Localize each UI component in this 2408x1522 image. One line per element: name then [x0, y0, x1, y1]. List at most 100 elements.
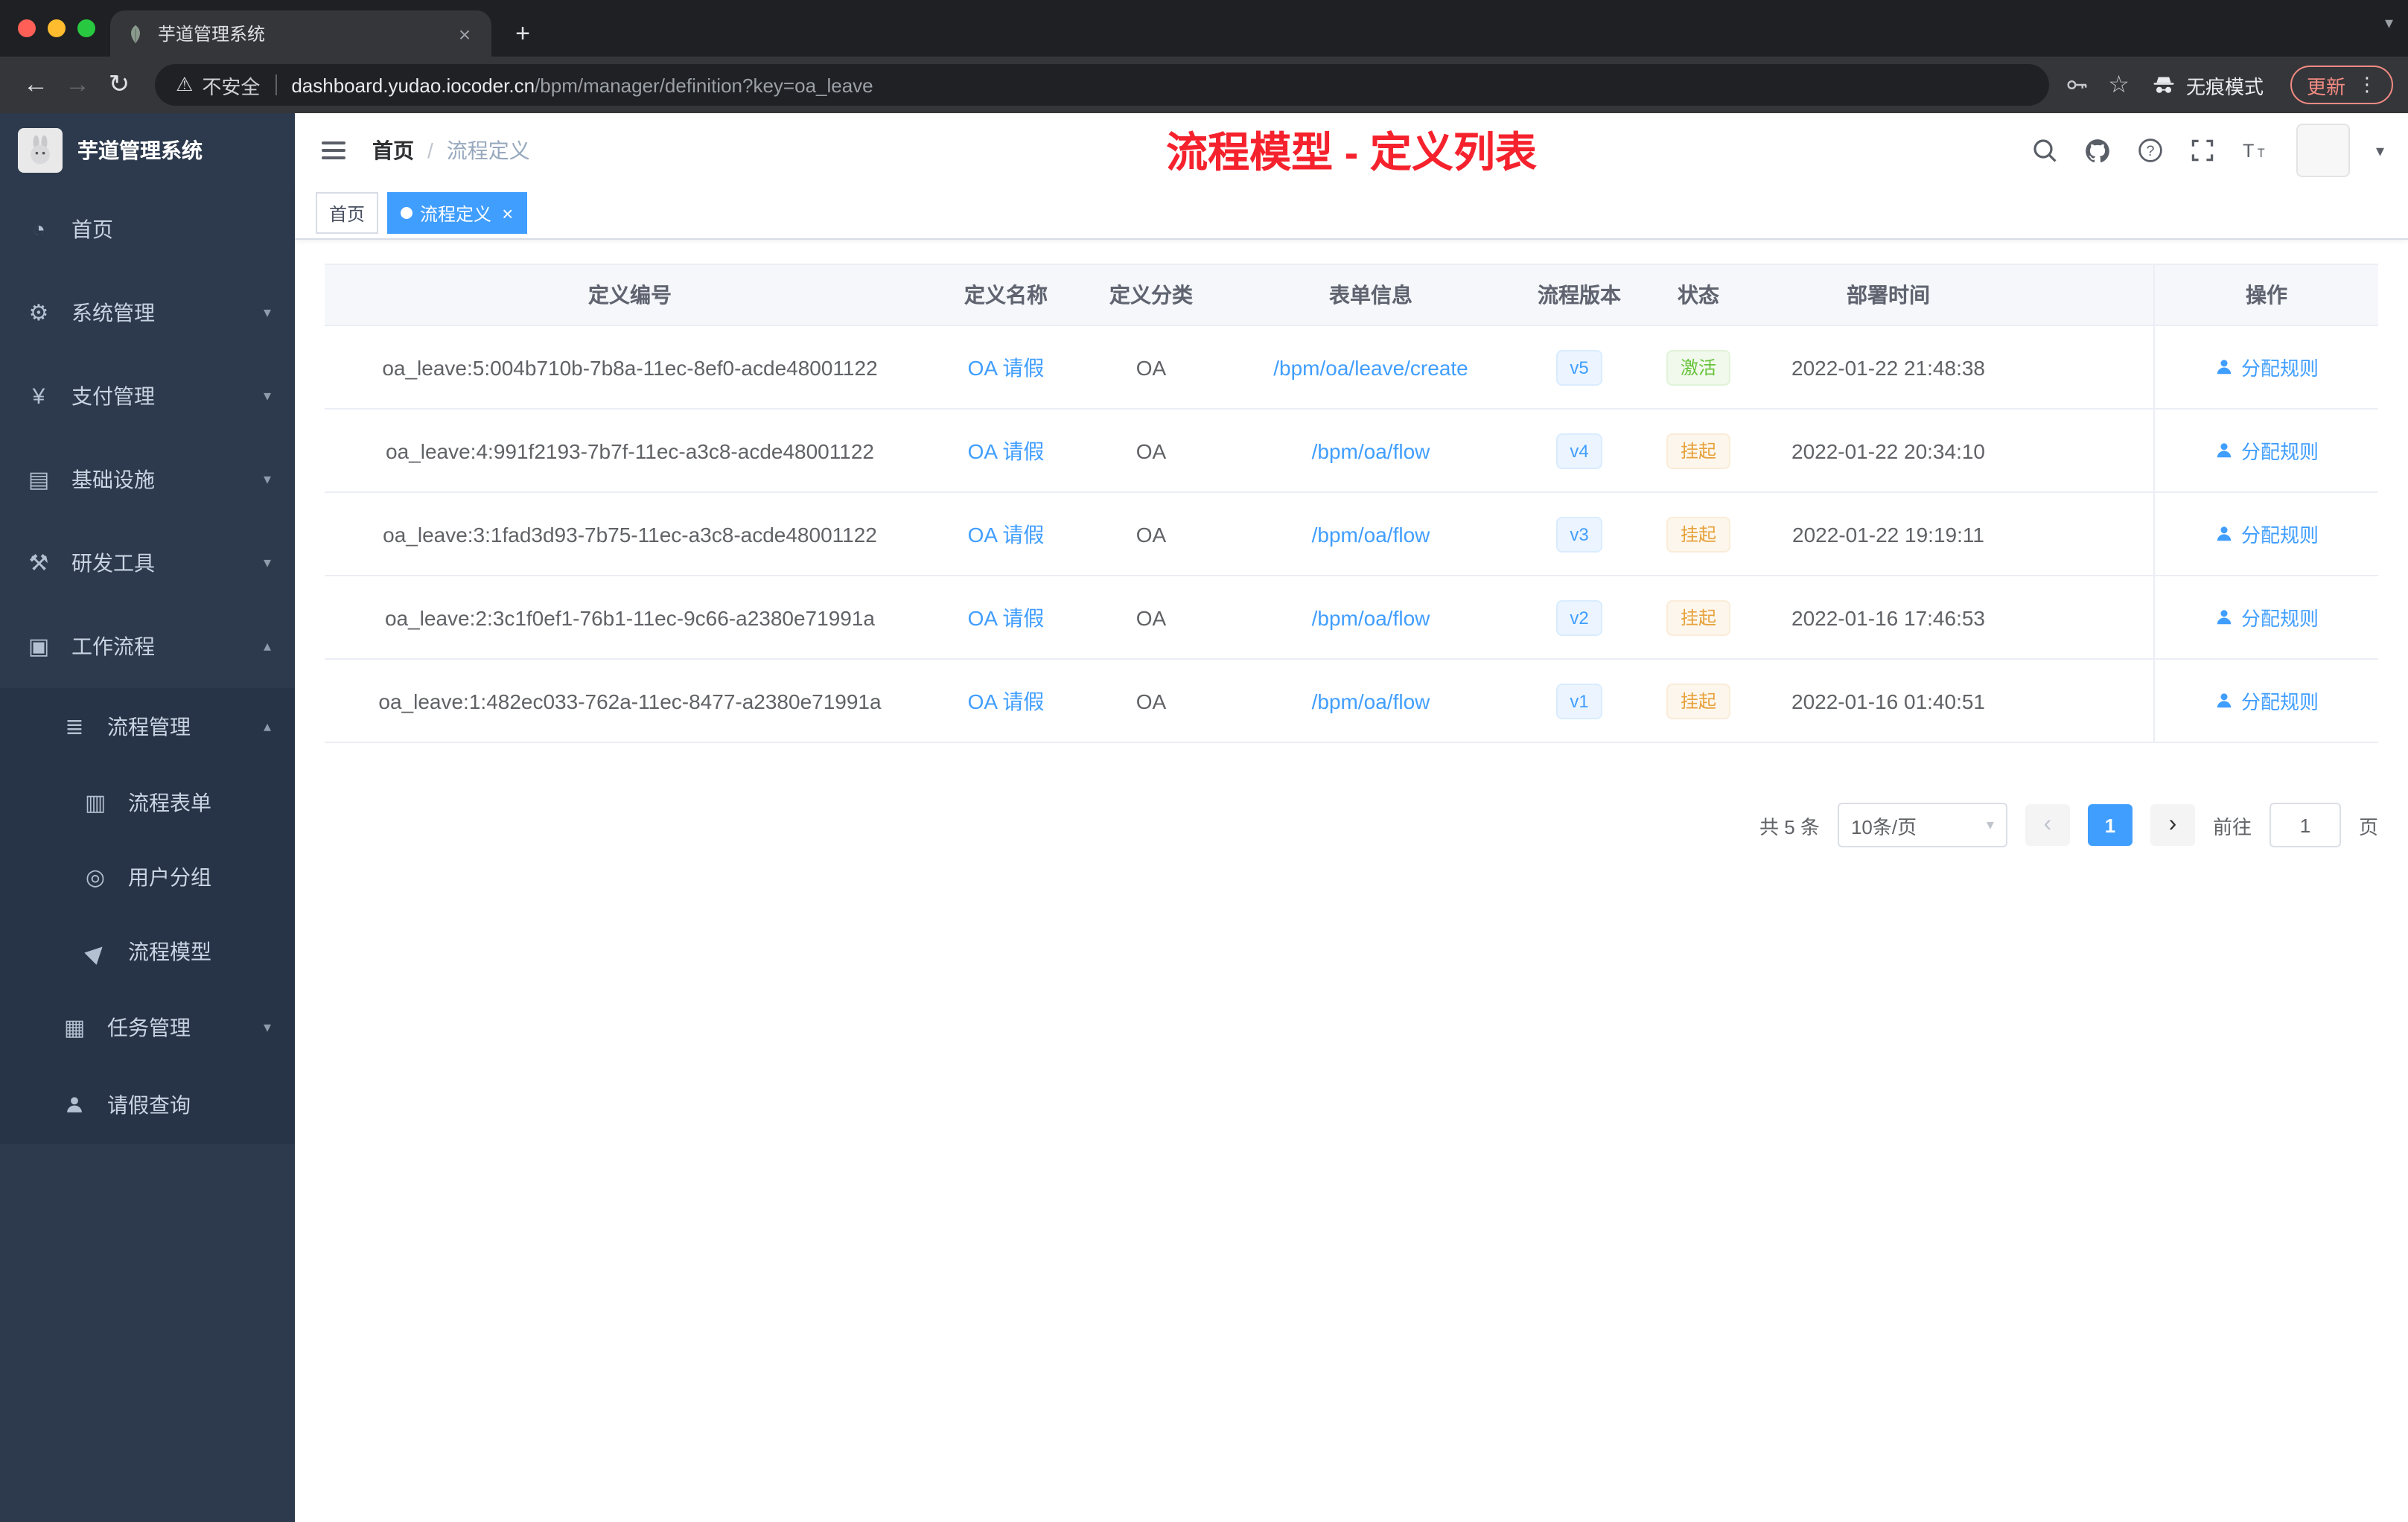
assign-rule-link[interactable]: 分配规则	[2214, 603, 2319, 631]
workflow-icon: ▣	[28, 634, 50, 660]
goto-label: 前往	[2212, 815, 2252, 838]
topbar: 首页 / 流程定义 流程模型 - 定义列表 ? T T ▾	[295, 113, 2408, 188]
not-secure-icon: ⚠	[176, 73, 194, 95]
col-header-form: 表单信息	[1329, 283, 1412, 307]
avatar-caret-icon[interactable]: ▾	[2376, 141, 2384, 160]
status-badge: 挂起	[1666, 516, 1730, 552]
current-page-button[interactable]: 1	[2087, 804, 2133, 846]
person-icon	[2217, 360, 2232, 375]
bookmark-star-icon[interactable]: ☆	[2108, 70, 2130, 100]
address-bar[interactable]: ⚠ 不安全 dashboard.yudao.iocoder.cn /bpm/ma…	[155, 64, 2049, 106]
chevron-down-icon: ▾	[263, 305, 271, 321]
definition-id: oa_leave:3:1fad3d93-7b75-11ec-a3c8-acde4…	[383, 522, 877, 546]
sidebar-item-payment[interactable]: ¥ 支付管理 ▾	[0, 354, 295, 438]
reload-button[interactable]: ↻	[98, 64, 140, 106]
forward-button[interactable]: →	[57, 64, 98, 106]
form-link[interactable]: /bpm/oa/flow	[1312, 522, 1430, 546]
form-link[interactable]: /bpm/oa/flow	[1312, 439, 1430, 462]
back-button[interactable]: ←	[15, 64, 57, 106]
next-page-button[interactable]: ›	[2150, 804, 2195, 846]
sidebar-item-leave-query[interactable]: 请假查询	[0, 1066, 295, 1144]
user-group-icon: ◎	[85, 865, 106, 891]
sidebar-item-user-group[interactable]: ◎ 用户分组	[0, 840, 295, 914]
github-icon[interactable]	[2084, 136, 2112, 165]
definition-name-link[interactable]: OA 请假	[968, 602, 1045, 632]
assign-rule-link[interactable]: 分配规则	[2214, 353, 2319, 381]
definition-name-link[interactable]: OA 请假	[968, 436, 1045, 465]
sidebar-item-process-management[interactable]: ≣ 流程管理 ▴	[0, 688, 295, 765]
font-size-icon[interactable]: TT	[2242, 137, 2272, 164]
assign-rule-link[interactable]: 分配规则	[2214, 520, 2319, 548]
sidebar-item-label: 流程表单	[128, 791, 211, 815]
tag-label: 首页	[329, 203, 366, 224]
assign-rule-label: 分配规则	[2240, 691, 2319, 713]
table-row: oa_leave:5:004b710b-7b8a-11ec-8ef0-acde4…	[325, 326, 2378, 410]
browser-tabstrip: 芋道管理系统 × + ▾	[0, 0, 2408, 57]
sidebar-item-label: 研发工具	[71, 551, 155, 575]
definition-name-link[interactable]: OA 请假	[968, 519, 1045, 549]
goto-page-input[interactable]	[2269, 803, 2341, 847]
tag-home[interactable]: 首页	[316, 192, 379, 234]
maximize-window-button[interactable]	[77, 19, 95, 37]
sidebar-item-system[interactable]: ⚙ 系统管理 ▾	[0, 271, 295, 354]
version-badge: v3	[1556, 516, 1602, 552]
sidebar-item-label: 支付管理	[71, 384, 155, 408]
assign-rule-link[interactable]: 分配规则	[2214, 436, 2319, 465]
table-row: oa_leave:3:1fad3d93-7b75-11ec-a3c8-acde4…	[325, 493, 2378, 576]
tag-label: 流程定义	[420, 203, 492, 224]
sidebar-item-workflow[interactable]: ▣ 工作流程 ▴	[0, 605, 295, 688]
sidebar-item-infrastructure[interactable]: ▤ 基础设施 ▾	[0, 438, 295, 521]
version-badge: v4	[1556, 433, 1602, 468]
breadcrumb-home[interactable]: 首页	[372, 136, 414, 165]
sidebar-item-label: 流程管理	[107, 715, 191, 739]
tab-search-icon[interactable]: ▾	[2385, 13, 2393, 33]
definition-name-link[interactable]: OA 请假	[968, 686, 1045, 716]
status-badge: 挂起	[1666, 599, 1730, 635]
page-unit-label: 页	[2358, 815, 2378, 838]
sidebar-item-label: 任务管理	[107, 1016, 191, 1039]
chevron-down-icon: ▾	[263, 1019, 271, 1036]
tab-title: 芋道管理系统	[158, 24, 266, 45]
fullscreen-icon[interactable]	[2190, 137, 2217, 164]
browser-update-button[interactable]: 更新 ⋮	[2290, 66, 2393, 104]
version-badge: v1	[1556, 683, 1602, 719]
col-header-category: 定义分类	[1109, 283, 1193, 307]
sidebar-item-task-management[interactable]: ▦ 任务管理 ▾	[0, 989, 295, 1066]
user-avatar[interactable]	[2296, 124, 2351, 177]
page-size-select[interactable]: 10条/页 ▾	[1837, 803, 2007, 847]
sidebar-toggle-icon[interactable]	[319, 136, 348, 165]
incognito-badge: 无痕模式	[2150, 71, 2264, 99]
status-badge: 挂起	[1666, 683, 1730, 719]
workflow-submenu: ≣ 流程管理 ▴ ▥ 流程表单 ◎ 用户分组 ▶ 流程模型 ▦ 任务管理 ▾ 请…	[0, 688, 295, 1144]
form-link[interactable]: /bpm/oa/leave/create	[1273, 355, 1468, 379]
sidebar-item-home[interactable]: ◔ 首页	[0, 188, 295, 271]
minimize-window-button[interactable]	[48, 19, 66, 37]
app-window: 芋道管理系统 ◔ 首页 ⚙ 系统管理 ▾ ¥ 支付管理 ▾ ▤ 基础设施 ▾ ⚒…	[0, 113, 2408, 1522]
tag-close-icon[interactable]: ×	[502, 202, 513, 224]
col-header-operations: 操作	[2153, 265, 2378, 325]
total-count: 共 5 条	[1759, 815, 1820, 838]
breadcrumb-separator: /	[427, 138, 433, 162]
form-link[interactable]: /bpm/oa/flow	[1312, 605, 1430, 629]
sidebar-header[interactable]: 芋道管理系统	[0, 113, 295, 188]
new-tab-button[interactable]: +	[503, 19, 542, 49]
tag-process-definition[interactable]: 流程定义 ×	[387, 192, 527, 234]
help-icon[interactable]: ?	[2138, 137, 2165, 164]
close-window-button[interactable]	[18, 19, 36, 37]
tab-close-icon[interactable]: ×	[453, 22, 477, 45]
assign-rule-link[interactable]: 分配规则	[2214, 687, 2319, 715]
sidebar-item-devtools[interactable]: ⚒ 研发工具 ▾	[0, 521, 295, 605]
security-label: 不安全	[202, 75, 261, 98]
menu-dots-icon[interactable]: ⋮	[2357, 73, 2377, 97]
key-icon[interactable]	[2063, 71, 2090, 98]
browser-tab[interactable]: 芋道管理系统 ×	[110, 10, 491, 57]
search-icon[interactable]	[2032, 137, 2059, 164]
incognito-label: 无痕模式	[2185, 75, 2264, 98]
form-link[interactable]: /bpm/oa/flow	[1312, 689, 1430, 713]
definition-name-link[interactable]: OA 请假	[968, 352, 1045, 382]
prev-page-button[interactable]: ‹	[2025, 804, 2070, 846]
tab-favicon	[125, 23, 146, 44]
sidebar-item-process-form[interactable]: ▥ 流程表单	[0, 765, 295, 840]
sidebar-item-process-model[interactable]: ▶ 流程模型	[0, 914, 295, 989]
select-caret-icon: ▾	[1986, 817, 1994, 833]
